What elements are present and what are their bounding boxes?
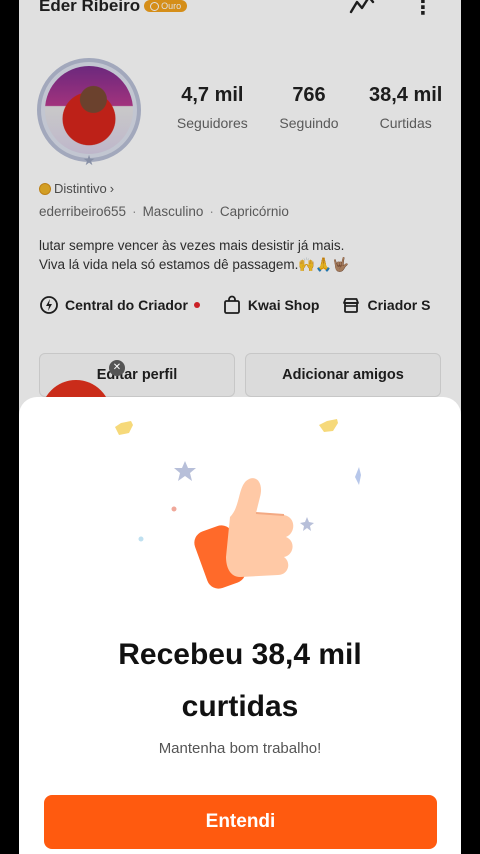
phone-screen: Eder Ribeiro Ouro ⋮ ★ 4,7 mil Seguidores… (19, 0, 461, 854)
entendi-button[interactable]: Entendi (44, 795, 437, 849)
sheet-title-line: Recebeu 38,4 mil (118, 638, 362, 671)
sheet-subtitle: Mantenha bom trabalho! (158, 740, 322, 757)
sheet-title-line: curtidas (181, 690, 299, 723)
sheet-title: Recebeu 38,4 mil curtidas (19, 629, 461, 733)
close-icon[interactable]: ✕ (109, 360, 125, 376)
thumbs-up-icon (115, 419, 361, 589)
likes-milestone-sheet: Recebeu 38,4 mil curtidas Mantenha bom t… (19, 397, 461, 854)
